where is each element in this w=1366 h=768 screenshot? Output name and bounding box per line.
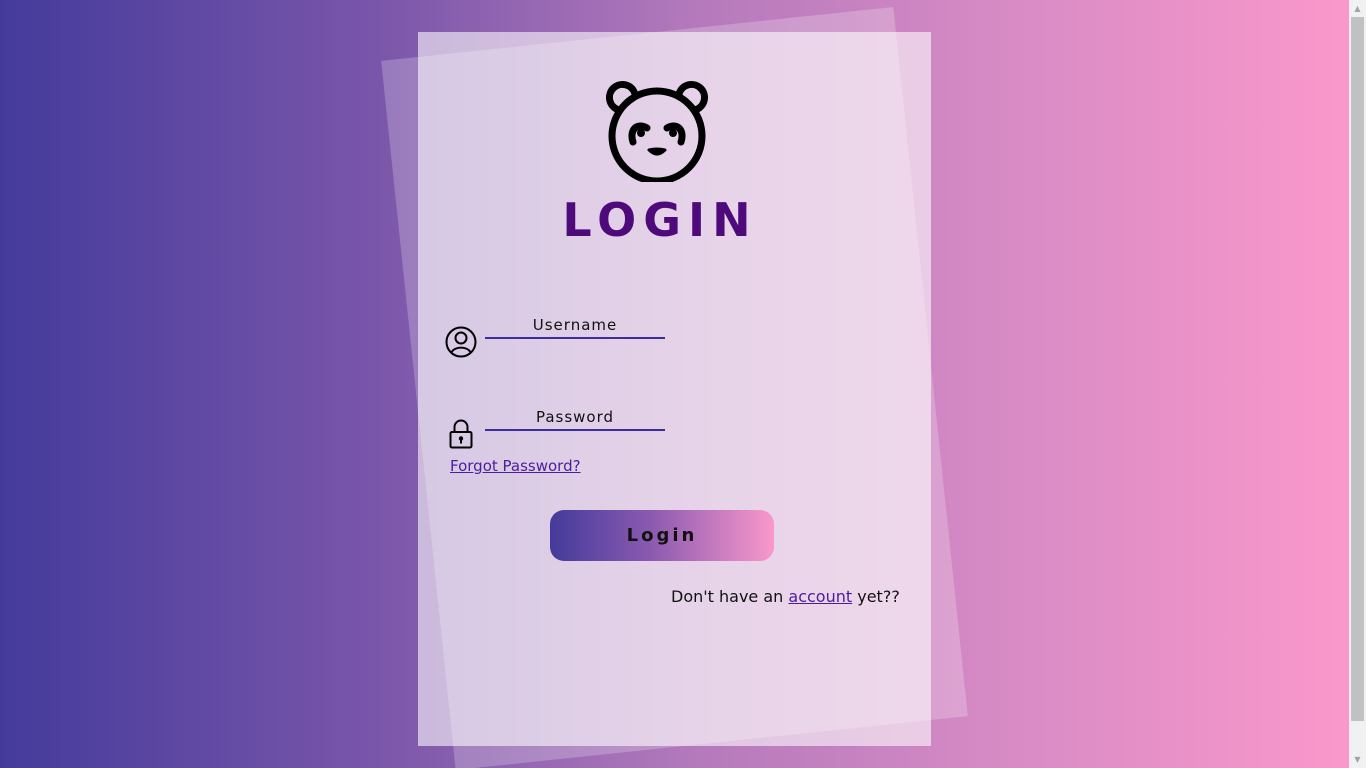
signup-account-link[interactable]: account — [788, 587, 852, 606]
forgot-password-link[interactable]: Forgot Password? — [450, 457, 581, 475]
signup-prompt: Don't have an account yet?? — [671, 587, 900, 606]
lock-icon — [449, 419, 473, 449]
vertical-scrollbar[interactable]: ▲ ▼ — [1349, 0, 1366, 768]
username-field-container — [485, 307, 665, 339]
password-input[interactable] — [485, 399, 665, 429]
login-button[interactable]: Login — [550, 510, 774, 561]
page-title: LOGIN — [562, 193, 758, 247]
scrollbar-thumb[interactable] — [1351, 17, 1364, 721]
scroll-up-arrow-icon[interactable]: ▲ — [1349, 0, 1366, 17]
password-field-container — [485, 399, 665, 431]
panda-icon — [605, 80, 709, 182]
signup-prefix-text: Don't have an — [671, 587, 784, 606]
scroll-down-arrow-icon[interactable]: ▼ — [1349, 751, 1366, 768]
signup-suffix-text: yet?? — [857, 587, 900, 606]
username-input[interactable] — [485, 307, 665, 337]
user-circle-icon — [445, 326, 477, 358]
